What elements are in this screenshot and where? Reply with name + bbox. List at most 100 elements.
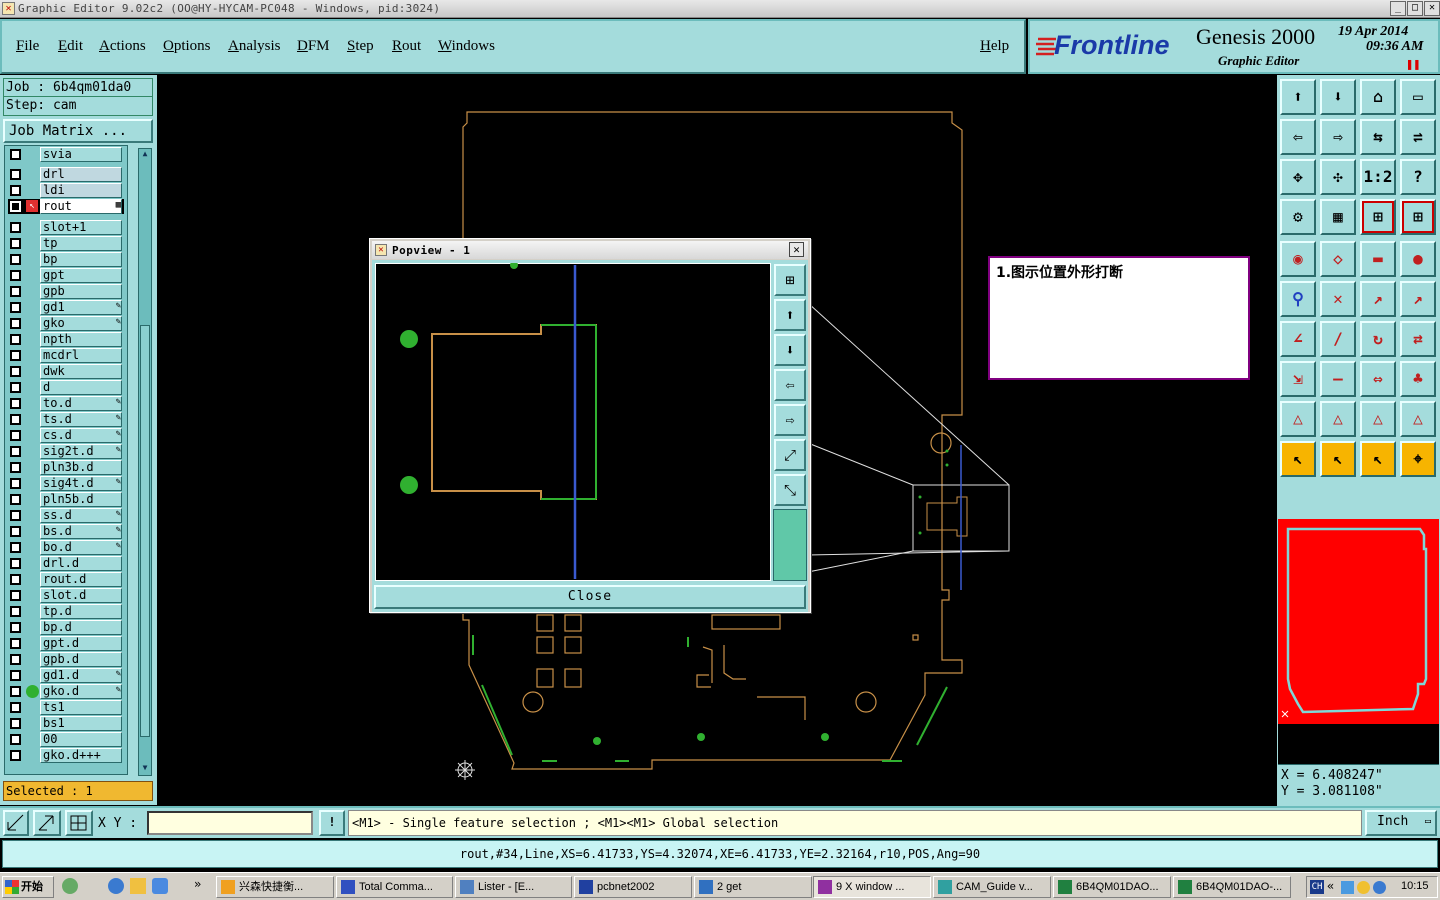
layer-row[interactable]: tp.d xyxy=(8,604,124,619)
layer-row[interactable]: ss.d ✎ xyxy=(8,508,124,523)
redraw-button[interactable]: ⇌ xyxy=(1400,119,1436,155)
affected-layer-icon[interactable] xyxy=(26,685,39,698)
pause-icon[interactable]: ❚❚ xyxy=(1406,57,1420,71)
layer-label[interactable]: mcdrl xyxy=(40,348,122,363)
alert-icon[interactable]: ! xyxy=(319,810,345,836)
layer-label[interactable]: gpt xyxy=(40,268,122,283)
layer-row[interactable]: slot.d xyxy=(8,588,124,603)
layer-row[interactable]: gpt xyxy=(8,268,124,283)
taskbar-item[interactable]: pcbnet2002 xyxy=(574,876,692,898)
layer-checkbox[interactable] xyxy=(10,734,21,745)
zoom-page-button[interactable]: ⬇ xyxy=(1320,79,1356,115)
layer-checkbox[interactable] xyxy=(10,302,21,313)
layer-row[interactable]: tp xyxy=(8,236,124,251)
layer-checkbox[interactable] xyxy=(10,446,21,457)
layer-label[interactable]: bp xyxy=(40,252,122,267)
layer-row[interactable]: drl.d xyxy=(8,556,124,571)
layer-label[interactable]: gd1 xyxy=(40,300,122,315)
taskbar-item[interactable]: CAM_Guide v... xyxy=(933,876,1051,898)
layer-checkbox[interactable] xyxy=(10,270,21,281)
layer-label[interactable]: cs.d xyxy=(40,428,122,443)
layer-row[interactable]: bo.d ✎ xyxy=(8,540,124,555)
layer-row[interactable]: rout.d xyxy=(8,572,124,587)
layer-checkbox[interactable] xyxy=(10,334,21,345)
zoom-in-tool-icon[interactable] xyxy=(3,810,29,836)
layer-checkbox[interactable] xyxy=(10,558,21,569)
layer-label[interactable]: sig2t.d xyxy=(40,444,122,459)
layer-row[interactable]: d xyxy=(8,380,124,395)
layer-row[interactable]: npth xyxy=(8,332,124,347)
layer-checkbox[interactable] xyxy=(10,526,21,537)
layer-checkbox[interactable] xyxy=(10,318,21,329)
layer-label[interactable]: rout.d xyxy=(40,572,122,587)
layer-label[interactable]: d xyxy=(40,380,122,395)
taskbar-item[interactable]: Total Comma... xyxy=(336,876,453,898)
layer-label[interactable]: rout xyxy=(40,199,122,214)
layer-row[interactable]: to.d ✎ xyxy=(8,396,124,411)
layer-label[interactable]: bs.d xyxy=(40,524,122,539)
popview-pan-down-button[interactable]: ⬇ xyxy=(774,334,806,366)
move-dot-button[interactable]: ↗ xyxy=(1400,281,1436,317)
layer-row[interactable]: ↖ rout ▦ xyxy=(8,199,124,214)
taskbar-item[interactable]: 2 get xyxy=(694,876,812,898)
help-button[interactable]: ? xyxy=(1400,159,1436,195)
layer-label[interactable]: slot+1 xyxy=(40,220,122,235)
layer-row[interactable]: gd1 ✎ xyxy=(8,300,124,315)
triangle-button[interactable]: △ xyxy=(1280,401,1316,437)
layer-row[interactable]: bs1 xyxy=(8,716,124,731)
layer-checkbox[interactable] xyxy=(10,510,21,521)
connect-button[interactable]: ⚲ xyxy=(1280,281,1316,317)
edit-shape-button[interactable]: ◇ xyxy=(1320,241,1356,277)
browser-icon[interactable] xyxy=(152,878,168,894)
feature-copy-button[interactable]: ⇲ xyxy=(1280,361,1316,397)
menu-dfm[interactable]: DFM xyxy=(297,38,330,55)
maximize-button[interactable]: □ xyxy=(1407,1,1423,16)
cut-line-button[interactable]: — xyxy=(1320,361,1356,397)
network-icon[interactable] xyxy=(1341,881,1354,894)
layer-checkbox[interactable] xyxy=(10,478,21,489)
layer-checkbox[interactable] xyxy=(10,590,21,601)
zoom-fit-button[interactable]: ✣ xyxy=(1320,159,1356,195)
triangle-b-button[interactable]: △ xyxy=(1360,401,1396,437)
popview-close-button[interactable]: Close xyxy=(374,585,806,609)
layer-row[interactable]: sig2t.d ✎ xyxy=(8,444,124,459)
scroll-thumb[interactable] xyxy=(140,325,150,737)
layer-checkbox[interactable] xyxy=(10,382,21,393)
layer-label[interactable]: dwk xyxy=(40,364,122,379)
zoom-out-tool-icon[interactable] xyxy=(33,810,61,836)
layer-row[interactable]: bp xyxy=(8,252,124,267)
layer-label[interactable]: pln3b.d xyxy=(40,460,122,475)
add-pad-button[interactable]: ◉ xyxy=(1280,241,1316,277)
layer-checkbox[interactable] xyxy=(10,494,21,505)
taskbar-item[interactable]: 6B4QM01DAO-... xyxy=(1173,876,1291,898)
tray-app-icon-2[interactable] xyxy=(1373,881,1386,894)
layer-checkbox[interactable] xyxy=(10,430,21,441)
layer-checkbox[interactable] xyxy=(10,149,21,160)
taskbar-item[interactable]: 9 X window ... xyxy=(813,876,931,898)
layer-checkbox[interactable] xyxy=(10,638,21,649)
layer-checkbox[interactable] xyxy=(10,238,21,249)
menu-windows[interactable]: Windows xyxy=(438,38,495,55)
triangle-c-button[interactable]: △ xyxy=(1400,401,1436,437)
layer-label[interactable]: drl.d xyxy=(40,556,122,571)
layer-label[interactable]: gko xyxy=(40,316,122,331)
layer-checkbox[interactable] xyxy=(10,414,21,425)
zoom-home-button[interactable]: ⬆ xyxy=(1280,79,1316,115)
snap-left-button[interactable]: ⊞ xyxy=(1360,199,1396,235)
close-window-button[interactable]: ✕ xyxy=(1424,1,1440,16)
popview-fit-button[interactable]: ⤢ xyxy=(774,439,806,471)
layer-checkbox[interactable] xyxy=(10,542,21,553)
layer-checkbox[interactable] xyxy=(10,622,21,633)
layer-label[interactable]: gko.d+++ xyxy=(40,748,122,763)
layer-label[interactable]: gpb xyxy=(40,284,122,299)
layer-label[interactable]: gd1.d xyxy=(40,668,122,683)
layer-row[interactable]: svia xyxy=(8,147,124,162)
line-edit-button[interactable]: / xyxy=(1320,321,1356,357)
quicklaunch-icon[interactable] xyxy=(62,878,78,894)
layer-checkbox[interactable] xyxy=(8,199,23,214)
select-box-button[interactable]: ↖ xyxy=(1320,441,1356,477)
menu-edit[interactable]: Edit xyxy=(58,38,83,55)
tray-expand-icon[interactable]: « xyxy=(1327,879,1334,893)
layer-label[interactable]: gpb.d xyxy=(40,652,122,667)
layer-label[interactable]: sig4t.d xyxy=(40,476,122,491)
